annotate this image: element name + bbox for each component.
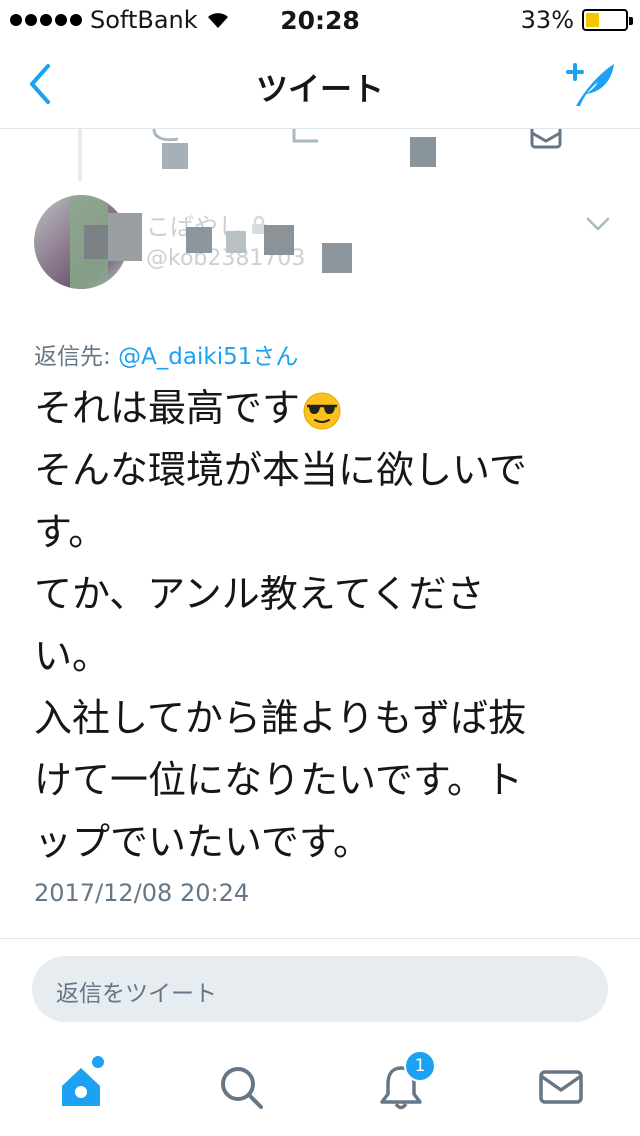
search-icon	[221, 1067, 263, 1109]
pixelated-block	[186, 227, 212, 253]
notification-badge: 1	[404, 1050, 436, 1082]
tweet-text-line: けて一位になりたいです。ト	[34, 758, 524, 802]
thread-line	[78, 129, 82, 181]
compose-tweet-icon	[566, 63, 614, 106]
tweet-options-button[interactable]	[586, 217, 610, 233]
tweet-text-line: ップでいたいです。	[34, 820, 372, 864]
reply-to-mention-link[interactable]: @A_daiki51さん	[118, 344, 298, 370]
tweet-text: それは最高です そんな環境が本当に欲しいで す。 てか、アンル教えてくださ い。…	[34, 377, 614, 873]
mail-icon	[539, 1070, 583, 1104]
reply-to: 返信先: @A_daiki51さん	[34, 337, 298, 371]
tab-bar: 1	[0, 1040, 640, 1136]
status-bar: SoftBank 20:28 33%	[0, 0, 640, 40]
tab-search[interactable]	[216, 1062, 266, 1112]
tweet-text-line: す。	[34, 510, 107, 554]
reply-input[interactable]: 返信をツイート	[32, 956, 608, 1022]
battery-fill	[586, 13, 599, 27]
reply-input-placeholder: 返信をツイート	[56, 981, 217, 1007]
status-right: 33%	[520, 6, 633, 34]
tweet-text-line: てか、アンル教えてくださ	[34, 572, 485, 616]
tweet-text-line: そんな環境が本当に欲しいで	[34, 448, 527, 492]
compose-tweet-button[interactable]	[562, 58, 618, 110]
sunglasses-emoji-icon	[303, 392, 341, 429]
tab-messages[interactable]	[536, 1062, 586, 1112]
home-unread-dot	[90, 1054, 106, 1070]
battery-tip	[629, 17, 633, 25]
nav-bar: ツイート	[0, 40, 640, 129]
retweet-icon[interactable]	[290, 129, 326, 155]
page-title: ツイート	[255, 70, 384, 108]
tweet-timestamp: 2017/12/08 20:24	[34, 879, 250, 907]
pixelated-block	[264, 225, 294, 255]
battery-percent: 33%	[520, 6, 574, 34]
tweet-text-line: い。	[34, 634, 111, 678]
chevron-down-icon	[586, 217, 610, 231]
tweet-text-line: それは最高です	[34, 377, 614, 439]
reply-to-label: 返信先:	[34, 344, 111, 370]
tweet-text-segment: それは最高です	[34, 386, 301, 430]
divider	[0, 938, 640, 939]
tab-notifications[interactable]: 1	[376, 1050, 436, 1112]
pixelated-block	[322, 243, 352, 273]
pixelated-block	[108, 213, 142, 261]
mail-icon[interactable]	[530, 123, 562, 155]
tab-home[interactable]	[56, 1054, 106, 1112]
battery-icon	[582, 9, 633, 31]
previous-tweet-actions	[0, 123, 640, 181]
pixelated-block	[162, 143, 188, 169]
pixelated-block	[226, 231, 246, 253]
tweet-text-line: 入社してから誰よりもずば抜	[34, 696, 527, 740]
pixelated-block	[410, 137, 436, 167]
